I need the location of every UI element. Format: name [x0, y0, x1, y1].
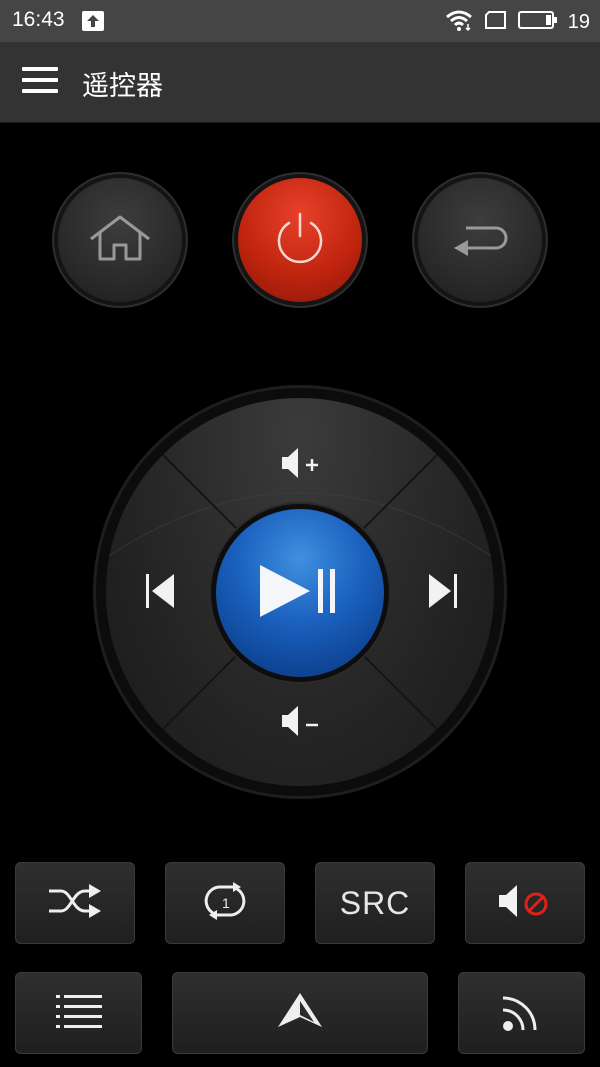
page-title: 遥控器 [82, 71, 163, 102]
navigation-arrow-icon [274, 991, 326, 1035]
volume-up-button[interactable] [250, 420, 350, 510]
source-button[interactable]: SRC [315, 862, 435, 944]
mute-button[interactable] [465, 862, 585, 944]
back-arrow-icon [448, 218, 512, 262]
play-pause-button[interactable] [216, 509, 384, 677]
app-bar: 遥控器 [0, 42, 600, 123]
source-label: SRC [339, 884, 411, 921]
status-bar: 16:43 19 [0, 0, 600, 42]
previous-track-icon [142, 571, 178, 615]
volume-down-icon [278, 701, 322, 745]
list-button[interactable] [15, 972, 142, 1054]
screen-icon [484, 10, 508, 34]
back-button[interactable] [418, 178, 542, 302]
home-icon [87, 213, 153, 267]
shuffle-button[interactable] [15, 862, 135, 944]
menu-icon[interactable] [22, 67, 58, 97]
power-icon [272, 210, 328, 270]
volume-up-icon [278, 443, 322, 487]
status-time: 16:43 [12, 8, 65, 31]
navigate-button[interactable] [172, 972, 428, 1054]
home-button[interactable] [58, 178, 182, 302]
power-button[interactable] [238, 178, 362, 302]
previous-track-button[interactable] [115, 548, 205, 638]
cast-icon [499, 988, 545, 1038]
play-pause-icon [254, 561, 346, 625]
repeat-one-button[interactable]: 1 [165, 862, 285, 944]
wifi-icon [444, 8, 474, 36]
shuffle-icon [47, 883, 103, 923]
repeat-one-icon: 1 [199, 881, 251, 925]
upload-icon [82, 11, 104, 31]
volume-down-button[interactable] [250, 678, 350, 768]
next-track-button[interactable] [398, 548, 488, 638]
battery-icon [517, 10, 558, 34]
cast-button[interactable] [458, 972, 585, 1054]
repeat-one-badge: 1 [222, 895, 230, 911]
next-track-icon [425, 571, 461, 615]
list-icon [54, 992, 104, 1034]
status-icons: 19 [444, 8, 590, 36]
battery-level: 19 [567, 10, 590, 33]
mute-icon [497, 881, 553, 925]
